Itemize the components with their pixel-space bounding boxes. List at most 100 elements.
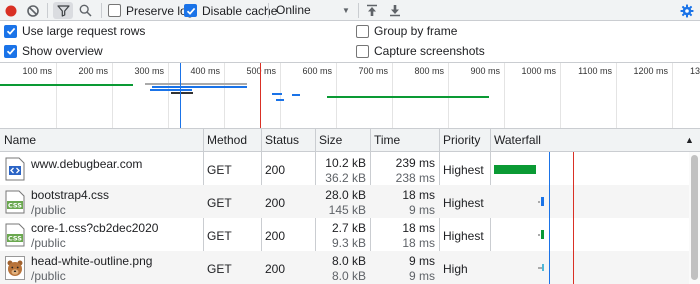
capture-screenshots-label: Capture screenshots <box>374 44 485 58</box>
column-header-method[interactable]: Method <box>203 129 247 151</box>
request-size-transferred: 28.0 kB <box>325 188 366 202</box>
overview-request-bar <box>152 86 247 88</box>
overview-tick-label: 300 ms <box>134 66 164 76</box>
load-event-line <box>573 152 574 284</box>
checkmark-icon <box>186 7 195 15</box>
preserve-log-check-box[interactable] <box>108 4 121 17</box>
request-method: GET <box>207 229 232 243</box>
overview-request-bar <box>145 83 247 85</box>
request-name: head-white-outline.png <box>31 254 153 268</box>
request-size-resource: 36.2 kB <box>325 171 366 185</box>
overview-tick-label: 800 ms <box>414 66 444 76</box>
overview-tick-label: 1000 ms <box>521 66 556 76</box>
column-header-size[interactable]: Size <box>315 129 342 151</box>
export-har-button[interactable] <box>389 0 401 21</box>
overview-tick-label: 100 ms <box>22 66 52 76</box>
use-large-rows-setting[interactable]: Use large request rows <box>4 21 145 41</box>
column-header-priority[interactable]: Priority <box>439 129 480 151</box>
checkmark-icon <box>6 27 15 35</box>
waterfall-bar[interactable] <box>542 264 544 271</box>
overview-request-bar <box>272 93 282 95</box>
disable-cache-check-box[interactable] <box>184 4 197 17</box>
request-priority: Highest <box>443 229 484 243</box>
filter-icon <box>56 5 70 17</box>
toolbar-divider <box>268 3 269 18</box>
request-row[interactable]: www.debugbear.com GET 200 10.2 kB 36.2 k… <box>0 152 700 185</box>
request-name: www.debugbear.com <box>31 157 143 171</box>
overview-grid-line <box>280 63 281 128</box>
group-by-frame-check-box[interactable] <box>356 24 369 38</box>
clear-button[interactable] <box>26 0 40 21</box>
css-file-icon: CSS <box>5 190 25 214</box>
show-overview-check-box[interactable] <box>4 44 17 58</box>
overview-grid-line <box>672 63 673 128</box>
request-path: /public <box>31 203 66 217</box>
request-size-transferred: 8.0 kB <box>331 254 366 268</box>
request-priority: Highest <box>443 163 484 177</box>
column-header-name[interactable]: Name <box>0 129 36 151</box>
table-scrollbar-thumb[interactable] <box>691 155 698 280</box>
overview-tick-label: 200 ms <box>78 66 108 76</box>
network-overview[interactable]: 100 ms 200 ms 300 ms 400 ms 500 ms 600 m… <box>0 63 700 128</box>
overview-grid-line <box>56 63 57 128</box>
waterfall-bar-queue[interactable] <box>538 234 540 236</box>
disable-cache-checkbox[interactable]: Disable cache <box>184 0 277 21</box>
request-row[interactable]: CSS bootstrap4.css /public GET 200 28.0 … <box>0 185 700 218</box>
search-button[interactable] <box>79 0 92 21</box>
column-header-time[interactable]: Time <box>370 129 400 151</box>
import-har-icon <box>367 4 377 16</box>
waterfall-bar[interactable] <box>541 197 544 206</box>
request-method: GET <box>207 262 232 276</box>
overview-grid-line <box>616 63 617 128</box>
svg-text:CSS: CSS <box>8 235 22 243</box>
waterfall-bar[interactable] <box>541 230 544 239</box>
overview-grid-line <box>112 63 113 128</box>
request-size-resource: 145 kB <box>328 203 366 217</box>
overview-tick-label: 900 ms <box>470 66 500 76</box>
request-size-resource: 9.3 kB <box>331 236 366 250</box>
preserve-log-checkbox[interactable]: Preserve log <box>108 0 193 21</box>
group-by-frame-setting[interactable]: Group by frame <box>356 21 457 41</box>
request-time-latency: 9 ms <box>408 203 435 217</box>
column-header-waterfall[interactable]: Waterfall <box>490 129 541 151</box>
request-row[interactable]: CSS core-1.css?cb2dec2020 /public GET 20… <box>0 218 700 251</box>
overview-grid-line <box>168 63 169 128</box>
settings-gear-icon <box>680 4 694 17</box>
png-image-thumbnail-icon <box>5 256 25 280</box>
group-by-frame-label: Group by frame <box>374 24 458 38</box>
show-overview-setting[interactable]: Show overview <box>4 41 103 61</box>
toolbar-divider <box>101 3 102 18</box>
overview-tick-label: 500 ms <box>246 66 276 76</box>
sort-ascending-icon[interactable]: ▲ <box>681 129 694 151</box>
capture-screenshots-setting[interactable]: Capture screenshots <box>356 41 485 61</box>
checkmark-icon <box>6 47 15 55</box>
html-document-icon <box>5 157 25 181</box>
svg-text:CSS: CSS <box>8 202 22 210</box>
waterfall-bar-queue[interactable] <box>538 201 540 203</box>
use-large-rows-check-box[interactable] <box>4 24 17 38</box>
overview-request-bar <box>327 96 489 98</box>
throttling-select[interactable]: Online <box>276 0 311 21</box>
load-event-marker <box>260 63 261 128</box>
request-time-total: 18 ms <box>402 188 435 202</box>
network-settings-button[interactable] <box>680 0 694 21</box>
toolbar-divider <box>47 3 48 18</box>
record-button[interactable] <box>4 0 18 21</box>
overview-tick-label: 600 ms <box>302 66 332 76</box>
toolbar-divider <box>358 3 359 18</box>
request-row[interactable]: head-white-outline.png /public GET 200 8… <box>0 251 700 284</box>
overview-tick-label: 1100 ms <box>578 66 612 76</box>
waterfall-bar[interactable] <box>494 165 536 174</box>
export-har-icon <box>390 5 400 17</box>
request-status: 200 <box>265 196 286 210</box>
requests-table-header: Name Method Status Size Time Priority Wa… <box>0 129 700 152</box>
column-header-status[interactable]: Status <box>261 129 299 151</box>
overview-tick-label: 1200 ms <box>633 66 668 76</box>
use-large-rows-label: Use large request rows <box>22 24 146 38</box>
request-status: 200 <box>265 229 286 243</box>
show-overview-label: Show overview <box>22 44 103 58</box>
import-har-button[interactable] <box>366 0 378 21</box>
filter-toggle-button[interactable] <box>53 2 73 19</box>
request-time-latency: 9 ms <box>408 269 435 283</box>
capture-screenshots-check-box[interactable] <box>356 44 369 58</box>
